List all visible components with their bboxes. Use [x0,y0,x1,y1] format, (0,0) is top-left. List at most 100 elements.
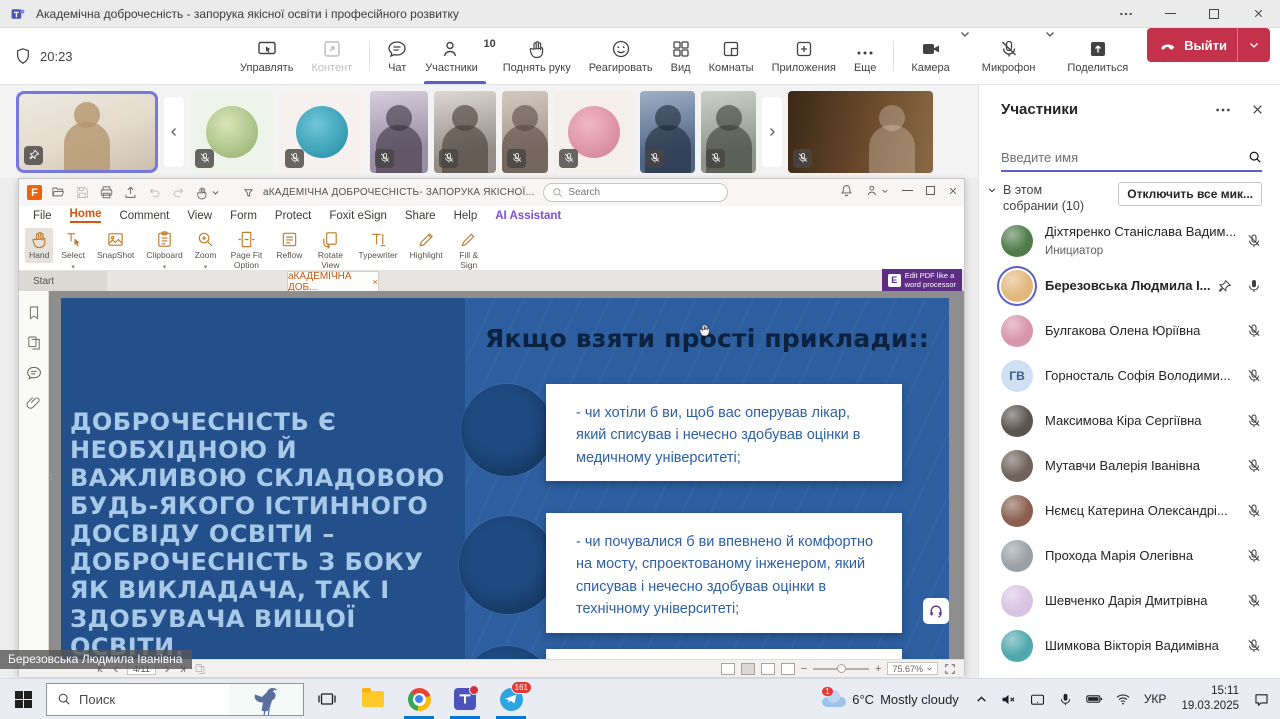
tray-microphone[interactable] [1052,692,1079,707]
tray-display[interactable] [1023,691,1052,708]
leave-options-chevron[interactable] [1237,28,1270,62]
mic-off-icon[interactable] [1246,413,1262,429]
ribbon-fill-sign-tool[interactable]: Fill & Sign [451,228,487,273]
mic-off-icon[interactable] [1246,638,1262,654]
pin-icon[interactable] [1217,279,1232,294]
menu-share[interactable]: Share [405,210,436,222]
window-close-button[interactable] [1236,0,1280,27]
mic-off-icon[interactable] [1246,503,1262,519]
save-icon[interactable] [75,185,90,200]
hand-tool-dropdown[interactable] [195,186,220,200]
rooms-button[interactable]: Комнаты [700,28,763,84]
raise-hand-button[interactable]: Поднять руку [494,28,580,84]
foxit-search-input[interactable] [568,187,688,198]
fullscreen-icon[interactable] [944,663,956,675]
mic-off-icon[interactable] [1246,593,1262,609]
mic-on-icon[interactable] [1246,278,1262,294]
leave-button[interactable]: Выйти [1147,28,1270,62]
participant-search-box[interactable] [1001,144,1262,172]
mic-off-icon[interactable] [1246,323,1262,339]
mic-off-icon[interactable] [1246,548,1262,564]
notifications-bell-icon[interactable] [840,184,853,197]
participants-button[interactable]: 10 Участники [416,28,494,84]
panel-more-icon[interactable] [1215,108,1231,112]
ribbon-clipboard-tool[interactable]: Clipboard [142,228,186,273]
ribbon-select-tool[interactable]: Select [57,228,89,273]
chrome-button[interactable] [396,679,442,719]
menu-help[interactable]: Help [454,210,478,222]
chat-button[interactable]: Чат [378,28,416,84]
participant-avatar-tile[interactable] [554,91,634,173]
ribbon-reflow-tool[interactable]: Reflow [272,228,306,263]
continuous-view-button[interactable] [741,663,755,675]
tab-close-icon[interactable] [372,278,378,286]
camera-options-chevron[interactable] [959,28,973,58]
section-collapse-chevron[interactable] [987,185,997,195]
participant-row[interactable]: ГВ Горносталь Софія Володими... [979,354,1280,399]
tab-document[interactable]: аКАДЕМІЧНА ДОБ... [287,271,379,291]
mute-all-button[interactable]: Отключить все мик... [1118,182,1262,206]
foxit-minimize-button[interactable] [902,190,913,191]
participant-row[interactable]: Шимкова Вікторія Вадимівна [979,624,1280,669]
print-icon[interactable] [99,185,114,200]
menu-ai-assistant[interactable]: AI Assistant [495,210,561,222]
teams-button[interactable] [442,679,488,719]
tray-battery[interactable] [1079,690,1109,708]
open-file-icon[interactable] [51,185,66,200]
taskbar-search-box[interactable]: Поиск [46,683,304,716]
participant-avatar-tile[interactable] [190,91,274,173]
pinned-speaker-video-tile[interactable] [16,91,158,173]
window-menu-button[interactable] [1104,0,1148,27]
language-indicator[interactable]: УКР [1137,692,1174,706]
tray-volume-muted[interactable] [994,691,1023,708]
view-button[interactable]: Вид [662,28,700,84]
sidebar-collapse-handle[interactable] [46,473,55,482]
mic-off-icon[interactable] [1246,233,1262,249]
participant-row[interactable]: Шевченко Дарія Дмитрівна [979,579,1280,624]
participant-video-tile[interactable] [701,91,756,173]
mic-off-icon[interactable] [1246,368,1262,384]
foxit-search-box[interactable] [543,183,728,202]
react-button[interactable]: Реагировать [580,28,662,84]
menu-view[interactable]: View [187,210,212,222]
mic-off-icon[interactable] [1246,458,1262,474]
menu-comment[interactable]: Comment [119,210,169,222]
zoom-out-button[interactable]: − [801,663,807,675]
menu-file[interactable]: File [33,210,52,222]
filmstrip-prev-button[interactable] [164,97,184,167]
participant-video-tile[interactable] [370,91,428,173]
tab-start[interactable]: Start [19,271,107,291]
zoom-slider-thumb[interactable] [837,664,846,673]
participant-row[interactable]: Мутавчи Валерія Іванівна [979,444,1280,489]
foxit-maximize-button[interactable] [926,186,935,195]
two-page-scroll-view-button[interactable] [781,663,795,675]
action-center-button[interactable] [1247,691,1280,708]
manage-button[interactable]: Управлять [231,28,302,84]
taskbar-weather[interactable]: 1 6°C Mostly cloudy [812,691,969,707]
filmstrip-next-button[interactable] [762,97,782,167]
camera-button[interactable]: Камера [902,28,958,84]
participant-row[interactable]: Булгакова Олена Юріївна [979,309,1280,354]
participant-row[interactable]: Березовська Людмила І... [979,264,1280,309]
export-icon[interactable] [123,185,138,200]
two-page-view-button[interactable] [761,663,775,675]
bookmarks-panel-icon[interactable] [26,305,42,321]
comments-panel-icon[interactable] [26,365,42,381]
account-menu[interactable] [866,184,889,197]
panel-close-icon[interactable] [1251,103,1264,116]
participant-row[interactable]: Прохода Марія Олегівна [979,534,1280,579]
tray-expand-button[interactable] [969,693,994,706]
more-button[interactable]: Еще [845,28,885,84]
tray-wifi[interactable] [1109,691,1137,707]
participant-row[interactable]: Нємєц Катерина Олександрі... [979,489,1280,534]
apps-button[interactable]: Приложения [763,28,845,84]
ribbon-typewriter-tool[interactable]: Typewriter [354,228,401,263]
file-explorer-button[interactable] [350,679,396,719]
content-button[interactable]: Контент [302,28,361,84]
foxit-close-button[interactable] [948,186,958,196]
window-minimize-button[interactable] [1148,0,1192,27]
menu-protect[interactable]: Protect [275,210,311,222]
participant-row[interactable]: Максимова Кіра Сергіївна [979,399,1280,444]
participant-avatar-tile[interactable] [280,91,364,173]
edit-pdf-promo-badge[interactable]: E Edit PDF like aword processor [882,269,962,292]
